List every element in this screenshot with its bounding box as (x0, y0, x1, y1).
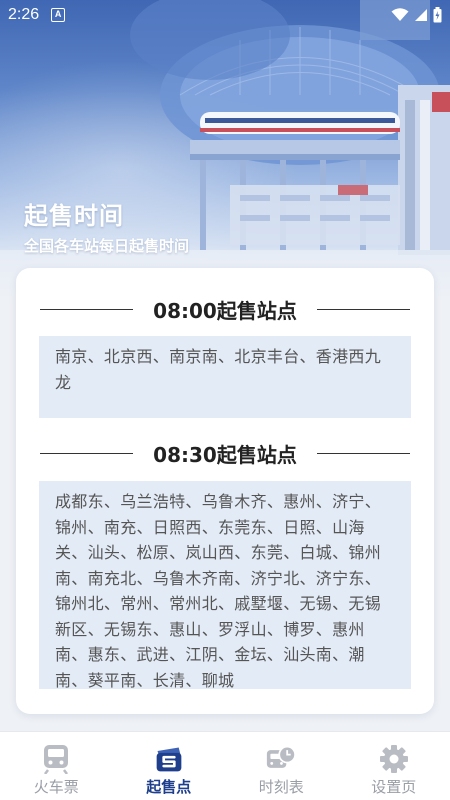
gear-icon (379, 744, 409, 774)
wifi-icon (391, 8, 409, 21)
notification-badge: A (51, 8, 66, 22)
status-time: 2:26 (8, 6, 40, 23)
section-title: 08:30起售站点 (153, 442, 297, 467)
station-list-0800: 南京、北京西、南京南、北京丰台、香港西九龙 (39, 336, 411, 418)
section-title: 08:00起售站点 (153, 298, 297, 323)
nav-tab-settings[interactable]: 设置页 (338, 732, 450, 800)
nav-tab-train-tickets[interactable]: 火车票 (0, 732, 113, 800)
battery-icon (433, 7, 442, 23)
bottom-nav: 火车票 起售点 时刻表 设置页 (0, 731, 450, 800)
nav-tab-sale-points[interactable]: 起售点 (113, 732, 226, 800)
signal-icon (415, 9, 427, 21)
divider (40, 308, 134, 310)
divider (316, 452, 411, 454)
divider (316, 308, 411, 310)
sale-point-icon (154, 744, 184, 774)
status-bar: 2:26 A (0, 0, 450, 30)
nav-label: 火车票 (33, 778, 79, 796)
sale-time-card[interactable]: 08:00起售站点 南京、北京西、南京南、北京丰台、香港西九龙 08:30起售站… (16, 268, 434, 714)
nav-label: 时刻表 (258, 778, 304, 796)
section-heading-0830: 08:30起售站点 (40, 438, 411, 468)
station-list-0830[interactable]: 成都东、乌兰浩特、乌鲁木齐、惠州、济宁、锦州、南充、日照西、东莞东、日照、山海关… (39, 481, 411, 689)
section-heading-0800: 08:00起售站点 (40, 294, 411, 324)
nav-label: 设置页 (371, 778, 417, 796)
schedule-icon (266, 744, 297, 774)
page-subtitle: 全国各车站每日起售时间 (24, 237, 190, 255)
train-icon (41, 744, 71, 774)
nav-label: 起售点 (146, 778, 192, 796)
page-title: 起售时间 (24, 202, 124, 230)
divider (40, 452, 134, 454)
nav-tab-schedule[interactable]: 时刻表 (225, 732, 338, 800)
page-header: 起售时间 全国各车站每日起售时间 (24, 196, 189, 256)
